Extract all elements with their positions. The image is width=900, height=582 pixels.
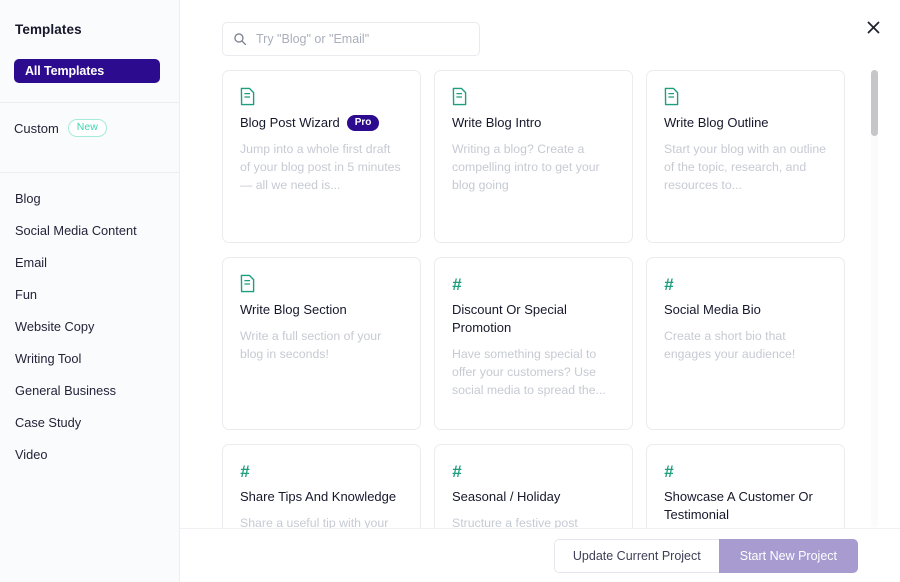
card-title-row: Social Media Bio — [664, 301, 827, 319]
card-title-row: Write Blog Section — [240, 301, 403, 319]
card-description: Create a short bio that engages your aud… — [664, 329, 796, 361]
card-title-row: Seasonal / Holiday — [452, 488, 615, 506]
sidebar-item-fun[interactable]: Fun — [0, 279, 179, 311]
sidebar-item-writing-tool[interactable]: Writing Tool — [0, 343, 179, 375]
search-icon — [234, 33, 247, 46]
close-icon-glyph — [867, 21, 879, 34]
document-icon — [664, 87, 827, 108]
card-title: Write Blog Intro — [452, 115, 542, 130]
template-grid: Blog Post Wizard Pro Jump into a whole f… — [222, 70, 859, 528]
card-title: Social Media Bio — [664, 302, 761, 317]
card-title: Write Blog Section — [240, 302, 347, 317]
card-title: Share Tips And Knowledge — [240, 489, 397, 504]
card-title-row: Write Blog Outline — [664, 114, 827, 132]
start-new-project-button[interactable]: Start New Project — [718, 538, 858, 573]
footer-action-bar: Update Current Project Start New Project — [180, 528, 900, 582]
document-icon — [240, 87, 403, 108]
sidebar-title: Templates — [15, 22, 82, 37]
sidebar-item-general-business[interactable]: General Business — [0, 375, 179, 407]
hash-icon: # — [664, 462, 673, 481]
templates-modal: Templates All Templates Custom New Blog … — [0, 0, 900, 582]
hash-icon: # — [452, 275, 461, 294]
card-description: Have something special to offer your cus… — [452, 347, 606, 397]
card-description: Share a useful tip with your audience — [240, 516, 389, 528]
template-card-blog-post-wizard[interactable]: Blog Post Wizard Pro Jump into a whole f… — [222, 70, 421, 243]
sidebar-item-social-media-content[interactable]: Social Media Content — [0, 215, 179, 247]
template-card-showcase-a-customer-or-testimonial[interactable]: # Showcase A Customer Or Testimonial Hig… — [646, 444, 845, 528]
sidebar-primary-section: All Templates — [0, 37, 179, 83]
sidebar-item-custom[interactable]: Custom New — [0, 103, 179, 153]
card-title-row: Write Blog Intro — [452, 114, 615, 132]
document-icon-glyph — [664, 87, 679, 106]
card-description: Start your blog with an outline of the t… — [664, 142, 827, 192]
sidebar-item-video[interactable]: Video — [0, 439, 179, 471]
card-title: Blog Post Wizard — [240, 115, 340, 130]
template-card-write-blog-section[interactable]: Write Blog Section Write a full section … — [222, 257, 421, 430]
search-container — [222, 22, 480, 56]
card-title: Write Blog Outline — [664, 115, 769, 130]
document-icon-glyph — [240, 274, 255, 293]
card-title-row: Blog Post Wizard Pro — [240, 114, 403, 132]
update-current-project-button[interactable]: Update Current Project — [553, 538, 719, 573]
template-card-seasonal-holiday[interactable]: # Seasonal / Holiday Structure a festive… — [434, 444, 633, 528]
card-description: Jump into a whole first draft of your bl… — [240, 142, 401, 192]
document-icon — [452, 87, 615, 108]
pro-badge: Pro — [346, 115, 380, 131]
card-title-row: Showcase A Customer Or Testimonial — [664, 488, 827, 524]
sidebar-item-website-copy[interactable]: Website Copy — [0, 311, 179, 343]
sidebar-category-list: Blog Social Media Content Email Fun Webs… — [0, 173, 179, 471]
sidebar-item-email[interactable]: Email — [0, 247, 179, 279]
hash-icon: # — [240, 462, 249, 481]
main-panel: Blog Post Wizard Pro Jump into a whole f… — [180, 0, 900, 582]
template-card-social-media-bio[interactable]: # Social Media Bio Create a short bio th… — [646, 257, 845, 430]
card-title: Seasonal / Holiday — [452, 489, 561, 504]
card-title-row: Share Tips And Knowledge — [240, 488, 403, 506]
template-card-discount-or-special-promotion[interactable]: # Discount Or Special Promotion Have som… — [434, 257, 633, 430]
sidebar-item-custom-label: Custom — [14, 120, 59, 136]
document-icon — [240, 274, 403, 295]
template-card-share-tips-and-knowledge[interactable]: # Share Tips And Knowledge Share a usefu… — [222, 444, 421, 528]
close-icon[interactable] — [860, 16, 886, 42]
document-icon-glyph — [240, 87, 255, 106]
hash-icon: # — [664, 275, 673, 294]
card-description: Write a full section of your blog in sec… — [240, 329, 382, 361]
template-card-write-blog-outline[interactable]: Write Blog Outline Start your blog with … — [646, 70, 845, 243]
card-description: Structure a festive post — [452, 516, 578, 528]
sidebar-item-all-templates[interactable]: All Templates — [14, 59, 160, 83]
document-icon-glyph — [452, 87, 467, 106]
scrollbar-thumb[interactable] — [871, 70, 878, 136]
new-badge: New — [67, 119, 107, 137]
template-grid-viewport: Blog Post Wizard Pro Jump into a whole f… — [222, 70, 886, 528]
search-box[interactable] — [222, 22, 480, 56]
sidebar: Templates All Templates Custom New Blog … — [0, 0, 180, 582]
sidebar-item-blog[interactable]: Blog — [0, 183, 179, 215]
sidebar-item-case-study[interactable]: Case Study — [0, 407, 179, 439]
card-title-row: Discount Or Special Promotion — [452, 301, 615, 337]
search-input[interactable] — [256, 32, 469, 46]
hash-icon: # — [452, 462, 461, 481]
template-card-write-blog-intro[interactable]: Write Blog Intro Writing a blog? Create … — [434, 70, 633, 243]
card-title: Showcase A Customer Or Testimonial — [664, 489, 813, 522]
card-title: Discount Or Special Promotion — [452, 302, 567, 335]
card-description: Writing a blog? Create a compelling intr… — [452, 142, 600, 192]
scrollbar-track[interactable] — [871, 70, 878, 528]
